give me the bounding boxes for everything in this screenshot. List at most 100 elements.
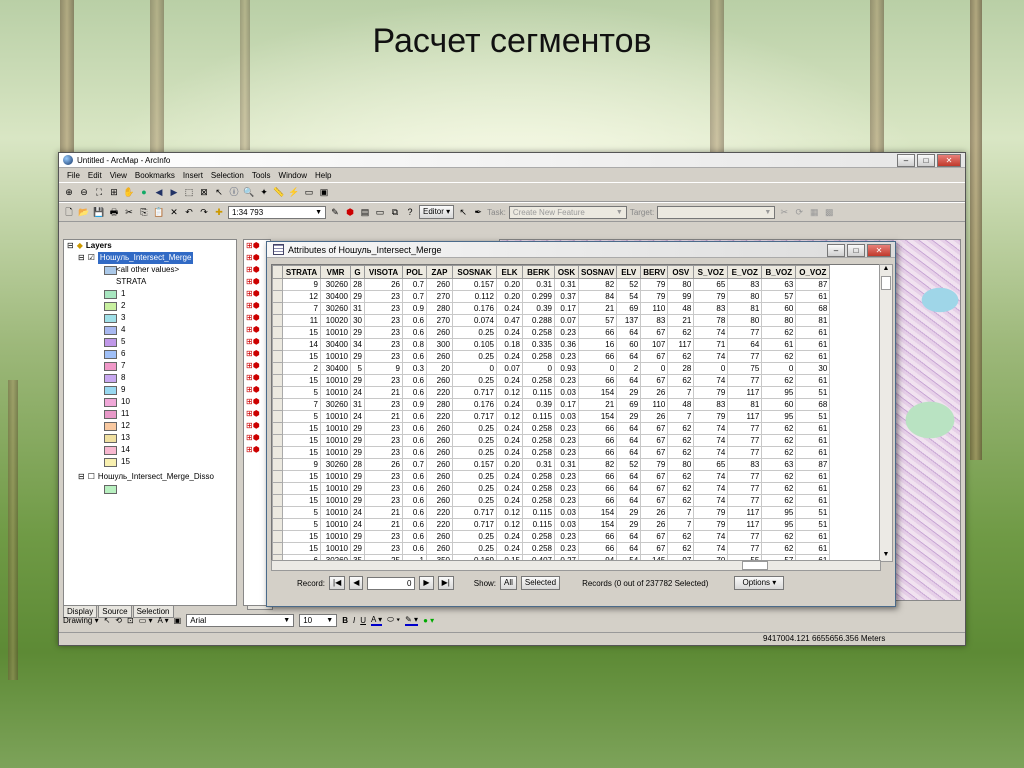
select-features-icon[interactable]: ⬚: [183, 186, 195, 198]
table-row[interactable]: 5 10010 24 21 0.6 220 0.717 0.12 0.115 0.03 154 29 2…: [272, 386, 831, 399]
table-cell[interactable]: 0: [577, 362, 618, 375]
table-cell[interactable]: 30: [350, 314, 365, 327]
table-cell[interactable]: 2: [282, 362, 321, 375]
table-cell[interactable]: 15: [282, 350, 321, 363]
table-cell[interactable]: 74: [693, 494, 729, 507]
arctoolbox-icon[interactable]: ⬢: [344, 206, 356, 218]
table-cell[interactable]: 220: [426, 506, 453, 519]
table-cell[interactable]: 10010: [320, 530, 351, 543]
table-cell[interactable]: 60: [616, 338, 642, 351]
table-cell[interactable]: 0.115: [522, 506, 555, 519]
table-cell[interactable]: 66: [577, 374, 618, 387]
table-cell[interactable]: 28: [350, 278, 365, 291]
table-cell[interactable]: 82: [577, 278, 618, 291]
table-cell[interactable]: 0.24: [496, 494, 523, 507]
table-cell[interactable]: 0.6: [402, 482, 427, 495]
table-cell[interactable]: 62: [761, 350, 797, 363]
table-cell[interactable]: 0: [522, 362, 555, 375]
table-cell[interactable]: 23: [364, 338, 403, 351]
table-cell[interactable]: 0.6: [402, 506, 427, 519]
table-cell[interactable]: 0.717: [452, 386, 497, 399]
table-cell[interactable]: 64: [616, 530, 642, 543]
table-cell[interactable]: 26: [640, 506, 669, 519]
table-cell[interactable]: 51: [795, 410, 831, 423]
table-cell[interactable]: 0.03: [554, 386, 579, 399]
table-cell[interactable]: 0.258: [522, 482, 555, 495]
table-cell[interactable]: 137: [616, 314, 642, 327]
table-cell[interactable]: 0.25: [452, 350, 497, 363]
table-cell[interactable]: 21: [577, 398, 618, 411]
table-cell[interactable]: 80: [667, 278, 695, 291]
table-cell[interactable]: 0.31: [554, 278, 579, 291]
zoom-out-icon[interactable]: ⊖: [78, 186, 90, 198]
redo-icon[interactable]: ↷: [198, 206, 210, 218]
table-cell[interactable]: 10010: [320, 506, 351, 519]
row-selector[interactable]: [272, 434, 283, 447]
table-row[interactable]: 15 10010 29 23 0.6 260 0.25 0.24 0.258 0.23 66 64 67…: [272, 494, 831, 507]
maximize-button[interactable]: □: [917, 154, 935, 167]
table-cell[interactable]: 0.12: [496, 506, 523, 519]
row-selector[interactable]: [272, 410, 283, 423]
table-cell[interactable]: 0.25: [452, 542, 497, 555]
table-cell[interactable]: 67: [640, 530, 669, 543]
table-cell[interactable]: 68: [795, 302, 831, 315]
table-cell[interactable]: 61: [795, 326, 831, 339]
table-cell[interactable]: 0.25: [452, 422, 497, 435]
table-cell[interactable]: 29: [350, 290, 365, 303]
cut-icon[interactable]: ✂: [123, 206, 135, 218]
table-cell[interactable]: 12: [282, 290, 321, 303]
table-cell[interactable]: 77: [727, 494, 763, 507]
table-cell[interactable]: 29: [616, 386, 642, 399]
line-color-icon[interactable]: ✎ ▾: [405, 615, 419, 626]
table-cell[interactable]: 0.24: [496, 350, 523, 363]
table-cell[interactable]: 0.24: [496, 302, 523, 315]
table-cell[interactable]: 0.258: [522, 494, 555, 507]
rotate-tool-icon[interactable]: ⟳: [793, 206, 805, 218]
undo-icon[interactable]: ↶: [183, 206, 195, 218]
table-cell[interactable]: 7: [667, 518, 695, 531]
table-cell[interactable]: 61: [795, 482, 831, 495]
table-cell[interactable]: 65: [693, 458, 729, 471]
table-cell[interactable]: 77: [727, 446, 763, 459]
table-cell[interactable]: 74: [693, 482, 729, 495]
table-row[interactable]: 15 10010 29 23 0.6 260 0.25 0.24 0.258 0.23 66 64 67…: [272, 374, 831, 387]
table-row[interactable]: 7 30260 31 23 0.9 280 0.176 0.24 0.39 0.17 21 69 110…: [272, 302, 831, 315]
table-cell[interactable]: 21: [364, 386, 403, 399]
new-document-icon[interactable]: 🗋: [63, 206, 75, 218]
catalog-icon[interactable]: ▤: [359, 206, 371, 218]
menu-view[interactable]: View: [110, 171, 127, 180]
table-cell[interactable]: 95: [761, 386, 797, 399]
previous-record-button[interactable]: ◀: [349, 576, 364, 590]
table-cell[interactable]: 5: [282, 518, 321, 531]
table-cell[interactable]: 260: [426, 278, 453, 291]
table-cell[interactable]: 62: [761, 494, 797, 507]
table-cell[interactable]: 15: [282, 374, 321, 387]
table-cell[interactable]: 15: [282, 446, 321, 459]
table-cell[interactable]: 29: [616, 506, 642, 519]
table-cell[interactable]: 280: [426, 398, 453, 411]
table-cell[interactable]: 0.6: [402, 434, 427, 447]
table-cell[interactable]: 0.258: [522, 326, 555, 339]
table-cell[interactable]: 11: [282, 314, 321, 327]
row-selector[interactable]: [272, 446, 283, 459]
table-cell[interactable]: 260: [426, 494, 453, 507]
table-cell[interactable]: 7: [667, 386, 695, 399]
table-cell[interactable]: 10020: [320, 314, 351, 327]
table-cell[interactable]: 0.9: [402, 302, 427, 315]
table-cell[interactable]: 14: [282, 338, 321, 351]
fill-color-icon[interactable]: ⬭ ▾: [387, 615, 400, 625]
table-cell[interactable]: 74: [693, 374, 729, 387]
table-cell[interactable]: 15: [282, 494, 321, 507]
table-cell[interactable]: 0.25: [452, 326, 497, 339]
table-cell[interactable]: 0.288: [522, 314, 555, 327]
menu-selection[interactable]: Selection: [211, 171, 244, 180]
row-selector[interactable]: [272, 386, 283, 399]
table-cell[interactable]: 29: [350, 470, 365, 483]
table-cell[interactable]: 0.07: [554, 314, 579, 327]
table-cell[interactable]: 15: [282, 326, 321, 339]
table-cell[interactable]: 9: [282, 458, 321, 471]
table-cell[interactable]: 154: [577, 518, 618, 531]
table-cell[interactable]: 0.717: [452, 518, 497, 531]
table-cell[interactable]: 67: [640, 446, 669, 459]
row-selector[interactable]: [272, 494, 283, 507]
